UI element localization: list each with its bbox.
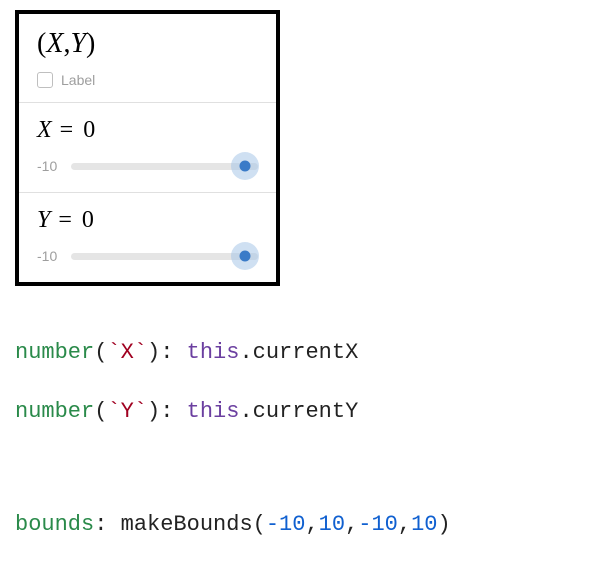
tok-comma: , [305, 512, 318, 537]
tok-num: 10 [411, 512, 437, 537]
code-line-2: number(`Y`): this.currentY [15, 397, 585, 427]
slider-section-x: X = 0 -10 [19, 102, 276, 192]
tok-kw: this [187, 340, 240, 365]
tok-colon: : [94, 512, 120, 537]
open-paren: ( [37, 28, 46, 59]
tok-colon: : [160, 340, 186, 365]
slider-y-min[interactable]: -10 [37, 248, 63, 264]
code-block: number(`X`): this.currentX number(`Y`): … [15, 308, 585, 570]
tok-ident: currentY [253, 399, 359, 424]
tok-str: `X` [107, 340, 147, 365]
slider-y-thumb[interactable] [239, 251, 250, 262]
tok-colon: : [160, 399, 186, 424]
slider-x-track[interactable] [71, 163, 258, 170]
tok-open-paren: ( [94, 399, 107, 424]
equation-y-var: Y [37, 207, 50, 233]
tok-comma: , [398, 512, 411, 537]
tok-num: 10 [319, 512, 345, 537]
slider-y-track[interactable] [71, 253, 258, 260]
tok-close-paren: ) [147, 399, 160, 424]
equation-y-value: 0 [82, 207, 94, 233]
label-checkbox[interactable] [37, 72, 53, 88]
tok-fn: number [15, 399, 94, 424]
equation-x-var: X [37, 117, 52, 143]
label-checkbox-row[interactable]: Label [37, 72, 258, 88]
slider-row-y: -10 [37, 248, 258, 264]
equation-y: Y = 0 [37, 207, 258, 234]
equals-sign: = [50, 207, 82, 233]
equals-sign: = [52, 117, 84, 143]
tok-close-paren: ) [147, 340, 160, 365]
tok-dot: . [239, 399, 252, 424]
tok-num: -10 [266, 512, 306, 537]
slider-row-x: -10 [37, 158, 258, 174]
slider-x-thumb[interactable] [239, 161, 250, 172]
label-checkbox-text: Label [61, 72, 95, 88]
tok-num: -10 [358, 512, 398, 537]
tok-fn-name: makeBounds [121, 512, 253, 537]
tok-comma: , [345, 512, 358, 537]
equation-x: X = 0 [37, 117, 258, 144]
tok-fn: number [15, 340, 94, 365]
point-section: (X,Y) Label [19, 14, 276, 102]
code-line-3: bounds: makeBounds(-10,10,-10,10) [15, 510, 585, 540]
var-x: X [46, 28, 63, 59]
tok-open-paren: ( [94, 340, 107, 365]
code-blank-line [15, 456, 585, 480]
tok-key: bounds [15, 512, 94, 537]
point-expression: (X,Y) [37, 28, 258, 60]
tok-ident: currentX [253, 340, 359, 365]
slider-x-min[interactable]: -10 [37, 158, 63, 174]
properties-panel: (X,Y) Label X = 0 -10 Y = 0 -10 [15, 10, 280, 286]
slider-section-y: Y = 0 -10 [19, 192, 276, 282]
tok-kw: this [187, 399, 240, 424]
close-paren: ) [86, 28, 95, 59]
tok-str: `Y` [107, 399, 147, 424]
tok-close-paren: ) [438, 512, 451, 537]
code-line-1: number(`X`): this.currentX [15, 338, 585, 368]
var-y: Y [70, 28, 86, 59]
equation-x-value: 0 [83, 117, 95, 143]
tok-dot: . [239, 340, 252, 365]
tok-open-paren: ( [253, 512, 266, 537]
